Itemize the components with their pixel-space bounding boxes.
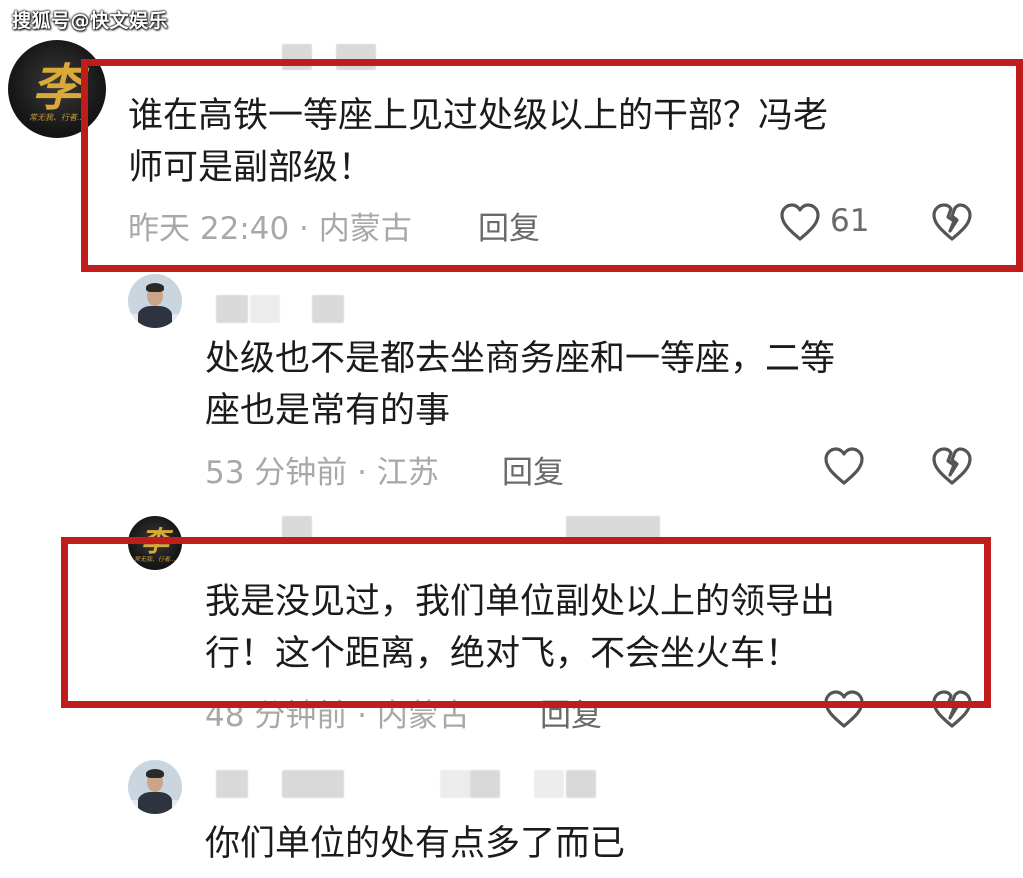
username-blurred [534,770,564,798]
username-blurred [440,770,470,798]
watermark: 搜狐号@快文娱乐 [12,10,169,32]
broken-heart-icon[interactable] [930,445,974,487]
username-blurred [216,295,248,323]
username-blurred [216,770,248,798]
username-blurred [566,770,596,798]
highlight-box [81,59,1023,272]
comment-text-line: 座也是常有的事 [205,391,451,431]
heart-outline-icon[interactable] [822,445,866,487]
username-blurred [250,295,280,323]
comment-time-location: 53 分钟前 · 江苏 [205,455,439,491]
avatar[interactable] [128,760,182,814]
username-blurred [470,770,500,798]
username-blurred [312,295,344,323]
avatar[interactable] [128,274,182,328]
highlight-box [61,537,991,708]
comment-text-line: 你们单位的处有点多了而已 [205,824,626,864]
reply-button[interactable]: 回复 [502,447,564,492]
comment-text-line: 处级也不是都去坐商务座和一等座，二等 [205,339,836,379]
username-blurred [282,770,344,798]
